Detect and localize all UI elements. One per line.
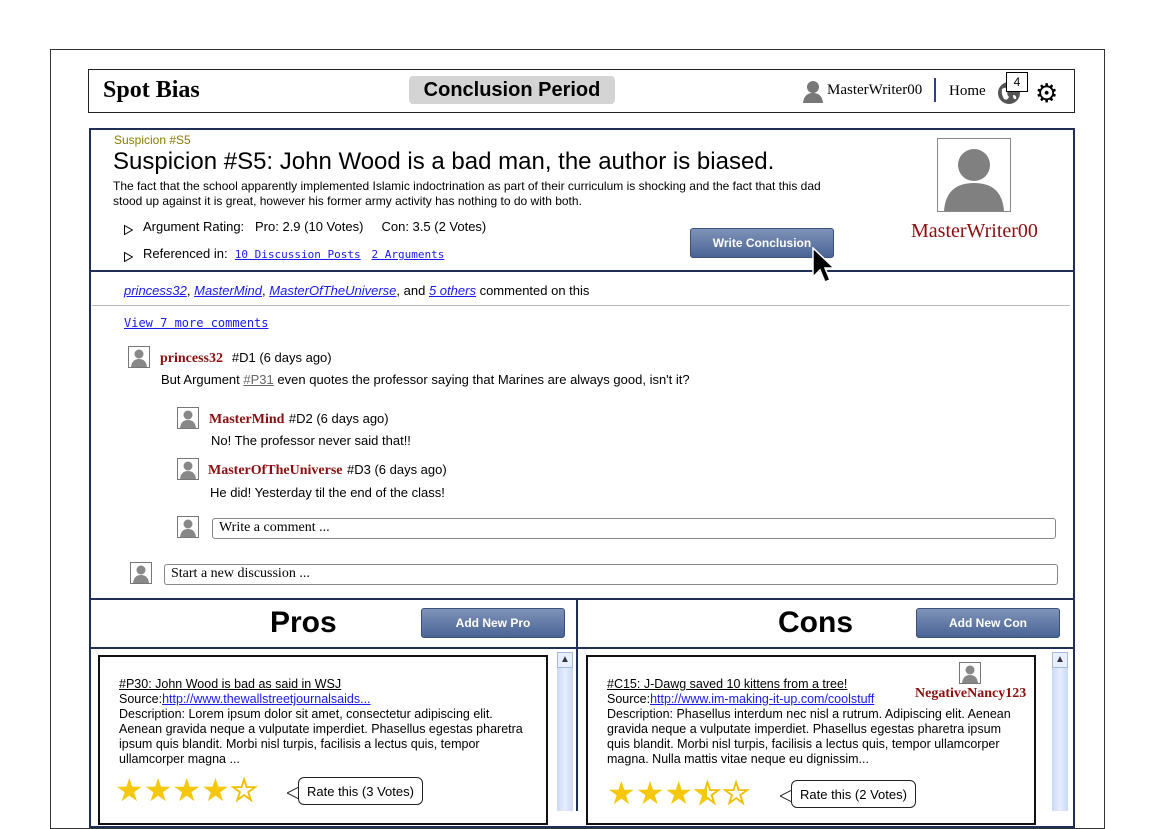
view-more-comments-link[interactable]: View 7 more comments [124,316,269,330]
commenters-line: princess32, MasterMind, MasterOfTheUnive… [124,283,590,298]
pro-card-body: #P30: John Wood is bad as said in WSJ So… [119,677,529,767]
star-icon[interactable]: ★ [607,775,636,811]
expand-triangle-icon[interactable] [124,250,134,262]
pros-scrollbar[interactable] [557,652,573,811]
argument-link[interactable]: #P31 [243,372,273,387]
brand-logo[interactable]: Spot Bias [103,77,200,104]
pro-title-link[interactable]: #P30: John Wood is bad as said in WSJ [119,677,529,692]
notification-badge[interactable]: 4 [1006,72,1028,92]
reply-text: No! The professor never said that!! [211,433,411,448]
reply-meta: #D3 (6 days ago) [346,462,447,477]
reply-header: MasterOfTheUniverse #D3 (6 days ago) [208,461,447,479]
author-avatar[interactable] [937,138,1011,212]
star-icon[interactable]: ★ [172,772,201,808]
star-icon[interactable]: ★ [144,772,173,808]
star-half-icon[interactable]: ☆ ★ [693,774,723,812]
suspicion-description: The fact that the school apparently impl… [113,179,821,208]
avatar [130,562,152,584]
arguments-link[interactable]: 2 Arguments [371,248,444,261]
avatar[interactable] [177,458,199,480]
star-icon[interactable]: ★ [664,775,693,811]
divider [89,647,1075,649]
reply-author[interactable]: MasterOfTheUniverse [208,463,343,478]
star-icon[interactable]: ★ [636,775,665,811]
source-label: Source: [607,692,651,706]
commenter-link[interactable]: MasterMind [194,283,262,298]
add-new-con-button[interactable]: Add New Con [916,608,1060,638]
period-label: Conclusion Period [409,76,615,104]
suspicion-tag: Suspicion #S5 [114,133,191,147]
pro-star-rating[interactable]: ★★★★☆ [115,771,259,809]
and-text: , and [396,283,426,298]
new-discussion-input[interactable]: Start a new discussion ... [164,564,1058,585]
commenter-link[interactable]: MasterOfTheUniverse [269,283,396,298]
con-author[interactable]: NegativeNancy123 [915,686,1026,702]
others-link[interactable]: 5 others [429,283,476,298]
comment-meta: #D1 (6 days ago) [231,350,332,365]
cons-heading: Cons [778,606,853,639]
cons-scrollbar[interactable] [1052,652,1068,811]
source-label: Source: [119,692,163,706]
comment-text-part: even quotes the professor saying that Ma… [277,372,690,387]
reply-input[interactable]: Write a comment ... [212,518,1056,539]
referenced-row[interactable]: Referenced in: 10 Discussion Posts 2 Arg… [124,246,444,262]
divider [92,305,1070,306]
comment-text-part: But Argument [161,372,240,387]
current-username[interactable]: MasterWriter00 [827,82,922,99]
star-empty-icon[interactable]: ☆ [229,772,259,809]
scroll-up-icon[interactable]: ▲ [557,652,573,668]
commented-suffix: commented on this [479,283,590,298]
header-divider [934,78,936,102]
con-star-rating[interactable]: ★★★☆ ★ ☆ [607,774,751,812]
top-bar: Spot Bias Conclusion Period MasterWriter… [88,69,1075,113]
con-rating: Con: 3.5 (2 Votes) [381,219,487,234]
expand-triangle-icon[interactable] [124,223,134,235]
comment-header: princess32 #D1 (6 days ago) [160,349,332,367]
reply-text: He did! Yesterday til the end of the cla… [210,485,445,500]
reply-meta: #D2 (6 days ago) [288,411,389,426]
star-empty-icon[interactable]: ☆ [721,775,751,812]
pro-rate-bubble[interactable]: Rate this (3 Votes) [298,777,423,805]
avatar [177,516,199,538]
pro-source-link[interactable]: http://www.thewallstreetjournalsaids... [162,692,370,706]
gear-icon[interactable]: ⚙ [1035,78,1058,109]
mouse-cursor-icon [812,246,836,290]
rating-label: Argument Rating: [143,219,245,234]
pro-description: Description: Lorem ipsum dolor sit amet,… [119,707,523,766]
discussion-posts-link[interactable]: 10 Discussion Posts [235,248,361,261]
referenced-label: Referenced in: [143,246,228,261]
star-icon[interactable]: ★ [115,772,144,808]
scroll-up-icon[interactable]: ▲ [1052,652,1068,668]
add-new-pro-button[interactable]: Add New Pro [421,608,565,638]
star-icon[interactable]: ★ [201,772,230,808]
pro-source-row: Source:http://www.thewallstreetjournalsa… [119,692,529,707]
author-name[interactable]: MasterWriter00 [911,220,1038,243]
divider [89,270,1075,272]
commenter-link[interactable]: princess32 [124,283,187,298]
comment-author[interactable]: princess32 [160,351,223,366]
home-link[interactable]: Home [949,83,986,100]
suspicion-title: Suspicion #S5: John Wood is a bad man, t… [113,148,775,175]
avatar[interactable] [177,407,199,429]
pro-rating: Pro: 2.9 (10 Votes) [255,219,364,234]
con-description: Description: Phasellus interdum nec nisl… [607,707,1011,766]
con-source-link[interactable]: http://www.im-making-it-up.com/coolstuff [650,692,874,706]
user-avatar-icon[interactable] [802,79,824,108]
pros-heading: Pros [270,606,337,639]
reply-header: MasterMind #D2 (6 days ago) [209,410,389,428]
reply-author[interactable]: MasterMind [209,412,284,427]
avatar[interactable] [128,346,150,368]
column-divider [576,600,578,811]
avatar[interactable] [959,662,981,684]
con-rate-bubble[interactable]: Rate this (2 Votes) [791,780,916,808]
comment-text: But Argument #P31 even quotes the profes… [161,372,690,387]
divider [89,598,1075,600]
argument-rating-row[interactable]: Argument Rating: Pro: 2.9 (10 Votes) Con… [124,219,487,235]
